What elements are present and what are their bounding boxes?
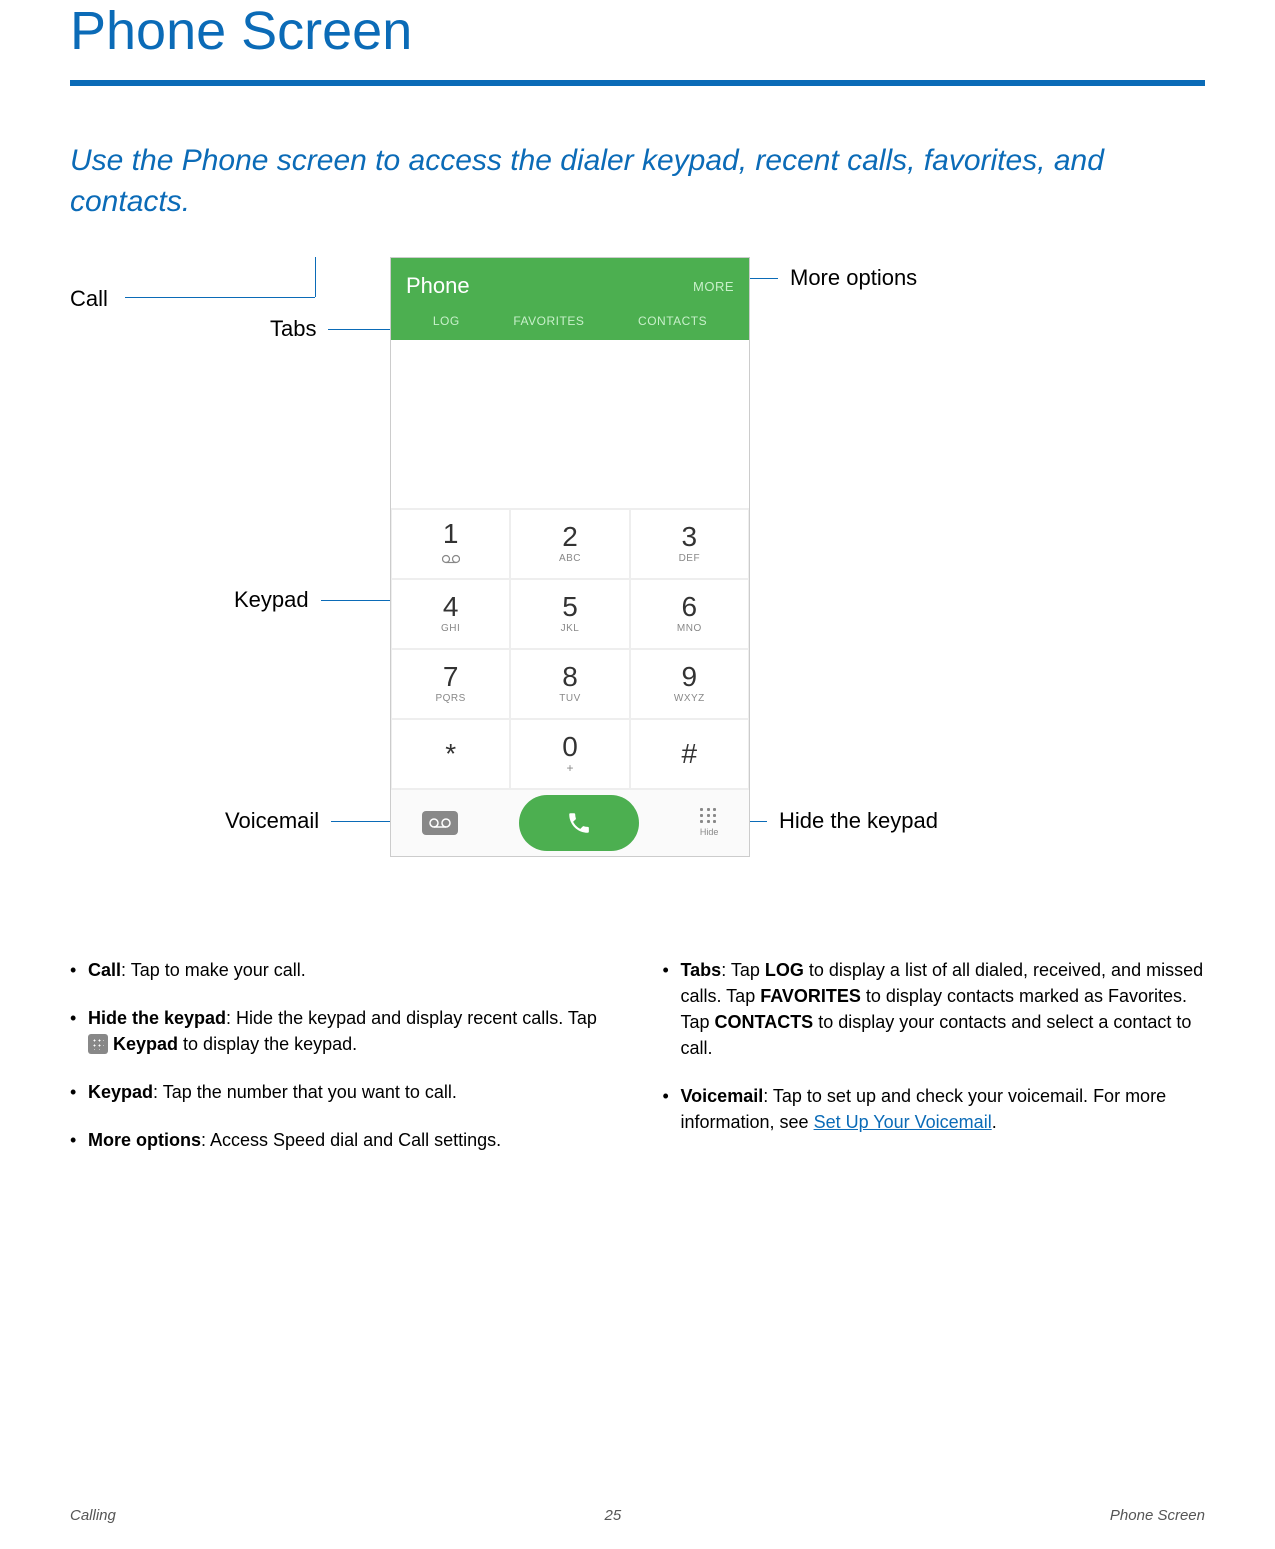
callout-tabs: Tabs [270, 316, 393, 342]
tab-contacts[interactable]: CONTACTS [638, 314, 707, 328]
bullet-keypad: Keypad: Tap the number that you want to … [70, 1079, 613, 1105]
call-button[interactable] [519, 795, 639, 851]
phone-icon [566, 810, 592, 836]
right-bullets: Tabs: Tap LOG to display a list of all d… [663, 957, 1206, 1175]
app-title: Phone [406, 273, 470, 299]
key-5[interactable]: 5JKL [510, 579, 629, 649]
tab-favorites[interactable]: FAVORITES [513, 314, 584, 328]
keypad-icon [700, 808, 718, 824]
voicemail-icon [442, 552, 460, 567]
bullet-hide-keypad: Hide the keypad: Hide the keypad and dis… [70, 1005, 613, 1057]
callout-hide-keypad: Hide the keypad [725, 808, 938, 834]
page-footer: Calling 25 Phone Screen [0, 1507, 1275, 1524]
bullet-call: Call: Tap to make your call. [70, 957, 613, 983]
key-4[interactable]: 4GHI [391, 579, 510, 649]
callout-more-options: More options [748, 265, 917, 291]
tab-log[interactable]: LOG [433, 314, 460, 328]
phone-tabs: LOG FAVORITES CONTACTS [406, 314, 734, 340]
callout-voicemail: Voicemail [225, 808, 411, 834]
key-8[interactable]: 8TUV [510, 649, 629, 719]
phone-screen: Phone MORE LOG FAVORITES CONTACTS 1 2ABC [390, 257, 750, 857]
key-1[interactable]: 1 [391, 509, 510, 579]
key-6[interactable]: 6MNO [630, 579, 749, 649]
hide-keypad-button[interactable]: Hide [700, 808, 719, 837]
footer-topic: Phone Screen [1110, 1507, 1205, 1524]
footer-section: Calling [70, 1507, 116, 1524]
phone-header: Phone MORE LOG FAVORITES CONTACTS [391, 258, 749, 340]
voicemail-link[interactable]: Set Up Your Voicemail [814, 1112, 992, 1132]
key-star[interactable]: * [391, 719, 510, 789]
footer-page-number: 25 [605, 1507, 622, 1524]
more-button[interactable]: MORE [693, 279, 734, 294]
keypad-inline-icon [88, 1034, 108, 1054]
key-9[interactable]: 9WXYZ [630, 649, 749, 719]
voicemail-button[interactable] [422, 811, 458, 835]
bullet-tabs: Tabs: Tap LOG to display a list of all d… [663, 957, 1206, 1061]
number-display [391, 340, 749, 509]
key-hash[interactable]: # [630, 719, 749, 789]
left-bullets: Call: Tap to make your call. Hide the ke… [70, 957, 613, 1175]
key-0[interactable]: 0+ [510, 719, 629, 789]
phone-diagram: More options Tabs Keypad Voicemail Hide … [70, 257, 1205, 947]
callout-keypad: Keypad [234, 587, 401, 613]
phone-bottom-bar: Hide [391, 789, 749, 856]
key-7[interactable]: 7PQRS [391, 649, 510, 719]
key-3[interactable]: 3DEF [630, 509, 749, 579]
bullet-more-options: More options: Access Speed dial and Call… [70, 1127, 613, 1153]
bullet-voicemail: Voicemail: Tap to set up and check your … [663, 1083, 1206, 1135]
page-title: Phone Screen [70, 0, 1205, 62]
dialer-keypad: 1 2ABC 3DEF 4GHI 5JKL 6MNO 7PQRS 8TUV 9W… [391, 509, 749, 789]
intro-text: Use the Phone screen to access the diale… [70, 141, 1205, 222]
key-2[interactable]: 2ABC [510, 509, 629, 579]
title-divider [70, 80, 1205, 86]
